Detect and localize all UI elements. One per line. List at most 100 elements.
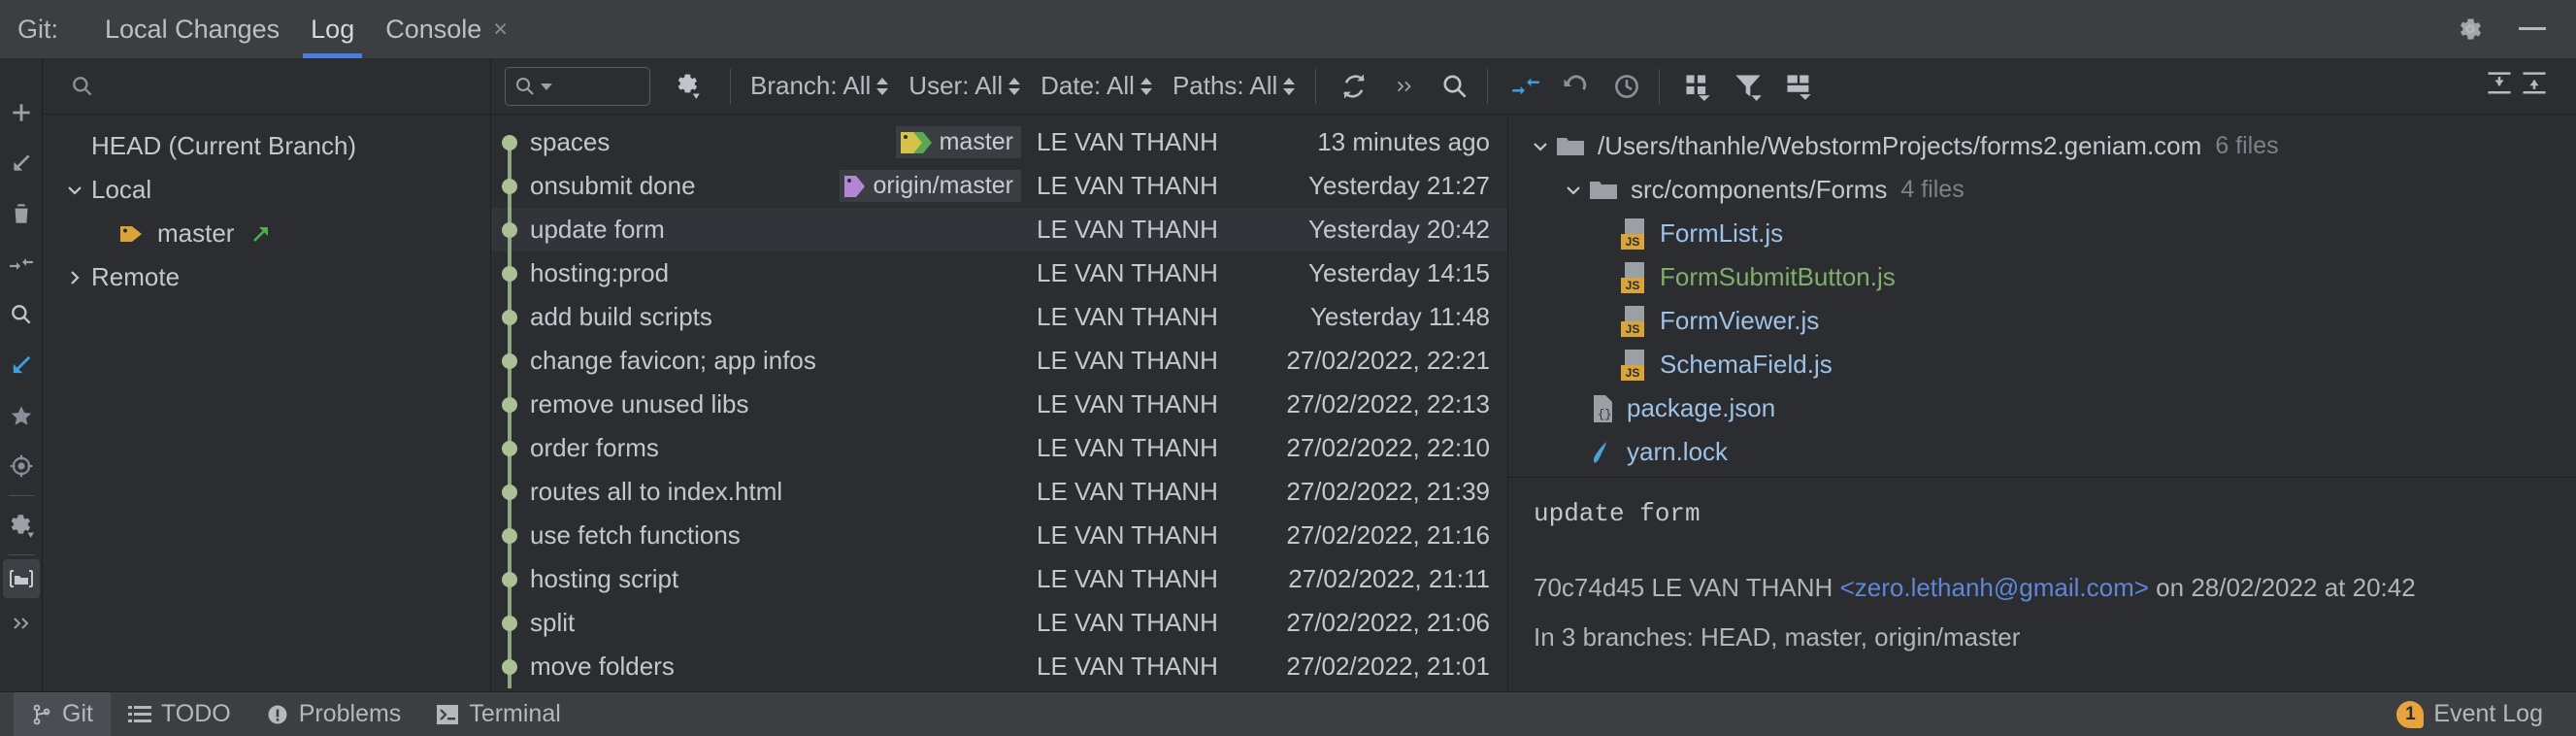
chevron-down-icon[interactable] — [541, 82, 552, 91]
revert-undo-icon[interactable] — [1554, 64, 1599, 109]
layout-icon[interactable] — [1776, 64, 1821, 109]
divider — [1659, 68, 1661, 104]
main-area: Branch: All User: All Date: All Paths: A… — [0, 57, 2576, 691]
target-icon[interactable] — [0, 441, 43, 491]
search-icon[interactable] — [0, 289, 43, 340]
commit-author: LE VAN THANH — [1037, 258, 1218, 287]
commit-refs: origin/master — [839, 170, 1038, 202]
file-tree-file-row[interactable]: JS FormViewer.js — [1508, 299, 2576, 343]
commit-row[interactable]: spaces master LE VAN THANH 13 minutes ago — [491, 120, 1507, 164]
tab-local-changes[interactable]: Local Changes — [89, 0, 295, 58]
commit-row[interactable]: update form LE VAN THANH Yesterday 20:42 — [491, 208, 1507, 251]
search-icon[interactable] — [1433, 64, 1477, 109]
commit-author-email[interactable]: <zero.lethanh@gmail.com> — [1840, 573, 2149, 602]
tab-log[interactable]: Log — [295, 0, 370, 58]
filter-date[interactable]: Date: All — [1031, 71, 1163, 101]
commit-row[interactable]: add build scripts LE VAN THANH Yesterday 1… — [491, 295, 1507, 339]
file-tree-dir-row[interactable]: src/components/Forms 4 files — [1508, 168, 2576, 212]
statusbar-item-todo[interactable]: TODO — [111, 692, 248, 736]
todo-list-icon — [127, 705, 151, 722]
settings-gear-icon[interactable] — [0, 500, 43, 551]
spinner-icon — [1282, 77, 1296, 96]
commit-row[interactable]: hosting:prod LE VAN THANH Yesterday 14:15 — [491, 251, 1507, 295]
folder-icon — [1588, 177, 1619, 204]
branch-search-row[interactable] — [56, 67, 490, 106]
commit-row[interactable]: use fetch functions LE VAN THANH 27/02/202… — [491, 514, 1507, 557]
filter-funnel-icon[interactable] — [1726, 64, 1770, 109]
commit-author: LE VAN THANH — [1037, 389, 1218, 418]
file-tree-file-row[interactable]: JS SchemaField.js — [1508, 343, 2576, 386]
statusbar-item-terminal[interactable]: Terminal — [418, 692, 578, 736]
file-tree-file-row[interactable]: yarn.lock — [1508, 430, 2576, 474]
grid-columns-icon[interactable] — [1675, 64, 1720, 109]
filter-user[interactable]: User: All — [899, 71, 1031, 101]
commit-row[interactable]: routes all to index.html LE VAN THANH 27/0… — [491, 470, 1507, 514]
commit-author: LE VAN THANH — [1037, 564, 1218, 593]
commit-row[interactable]: change favicon; app infos LE VAN THANH 27/… — [491, 339, 1507, 383]
search-icon — [516, 77, 534, 95]
outgoing-arrow-icon — [249, 222, 273, 246]
folder-icon[interactable] — [2, 559, 40, 598]
chevron-right-icon[interactable] — [60, 269, 89, 286]
expand-chevrons-icon[interactable] — [0, 598, 43, 649]
commit-date: 27/02/2022, 21:06 — [1286, 608, 1490, 637]
expand-all-icon[interactable] — [2485, 69, 2514, 103]
event-log-label[interactable]: Event Log — [2433, 700, 2543, 728]
chevron-down-icon[interactable] — [1559, 184, 1588, 197]
file-tree-file-row[interactable]: JS FormSubmitButton.js — [1508, 255, 2576, 299]
log-settings-gear-button[interactable] — [674, 72, 703, 101]
close-icon[interactable]: × — [493, 17, 508, 42]
statusbar-item-git[interactable]: Git — [14, 691, 111, 736]
more-chevrons-icon[interactable] — [1382, 64, 1427, 109]
commit-row[interactable]: move folders LE VAN THANH 27/02/2022, 21:0… — [491, 645, 1507, 688]
tab-console[interactable]: Console × — [370, 0, 531, 58]
ref-chip[interactable]: origin/master — [839, 170, 1021, 202]
divider — [8, 495, 34, 496]
commit-details-panel: update form 70c74d45 LE VAN THANH <zero.… — [1508, 478, 2576, 691]
commit-row[interactable]: onsubmit done origin/master LE VAN THANH Ye… — [491, 164, 1507, 208]
commit-date: 27/02/2022, 21:39 — [1286, 477, 1490, 506]
minimize-icon[interactable] — [2518, 15, 2547, 44]
commit-author: LE VAN THANH — [1037, 652, 1218, 681]
filter-label: User: All — [908, 71, 1004, 100]
file-tree-file-row[interactable]: JS FormList.js — [1508, 212, 2576, 255]
refresh-icon[interactable] — [1332, 64, 1376, 109]
commit-date: 27/02/2022, 22:21 — [1286, 346, 1490, 375]
branch-tree-item-master[interactable]: master — [43, 212, 490, 255]
star-favorite-icon[interactable] — [0, 390, 43, 441]
changed-files-tree[interactable]: /Users/thanhle/WebstormProjects/forms2.g… — [1508, 115, 2576, 478]
branch-tree-group-local[interactable]: Local — [43, 168, 490, 212]
filter-paths[interactable]: Paths: All — [1163, 71, 1305, 101]
log-search-input[interactable] — [505, 66, 650, 106]
file-tree-file-row[interactable]: {} package.json — [1508, 386, 2576, 430]
file-tree-dir-row[interactable]: /Users/thanhle/WebstormProjects/forms2.g… — [1508, 124, 2576, 168]
branch-tree-item-head[interactable]: HEAD (Current Branch) — [43, 124, 490, 168]
commit-subject: split — [530, 608, 576, 637]
commit-hash[interactable]: 70c74d45 — [1534, 573, 1644, 602]
branch-tree-group-remote[interactable]: Remote — [43, 255, 490, 299]
collapse-arrows-icon[interactable] — [1503, 64, 1548, 109]
chevron-down-icon[interactable] — [60, 184, 89, 197]
log-panes: HEAD (Current Branch) Local master Remot… — [43, 115, 2576, 691]
gear-icon[interactable] — [2456, 15, 2485, 44]
collapse-all-icon[interactable] — [2520, 69, 2549, 103]
problems-warning-icon — [268, 705, 287, 723]
commit-row[interactable]: order forms LE VAN THANH 27/02/2022, 22:10 — [491, 426, 1507, 470]
plus-icon[interactable] — [0, 87, 43, 138]
history-clock-icon[interactable] — [1604, 64, 1649, 109]
ref-chip[interactable]: master — [895, 126, 1021, 158]
tab-label: Console — [385, 14, 482, 44]
commit-row[interactable]: split LE VAN THANH 27/02/2022, 21:06 — [491, 601, 1507, 645]
commit-list-pane[interactable]: spaces master LE VAN THANH 13 minutes ago on… — [491, 115, 1508, 691]
commit-row[interactable]: hosting script LE VAN THANH 27/02/2022, 21… — [491, 557, 1507, 601]
statusbar-item-problems[interactable]: Problems — [248, 692, 419, 736]
update-arrow-icon[interactable] — [0, 340, 43, 390]
filter-branch[interactable]: Branch: All — [741, 71, 899, 101]
collapse-arrows-icon[interactable] — [0, 239, 43, 289]
delete-trash-icon[interactable] — [0, 188, 43, 239]
commit-row[interactable]: remove unused libs LE VAN THANH 27/02/2022… — [491, 383, 1507, 426]
branch-label: HEAD (Current Branch) — [91, 131, 357, 160]
checkout-arrow-icon[interactable] — [0, 138, 43, 188]
chevron-down-icon[interactable] — [1526, 140, 1555, 153]
branch-label-icon — [900, 130, 933, 155]
